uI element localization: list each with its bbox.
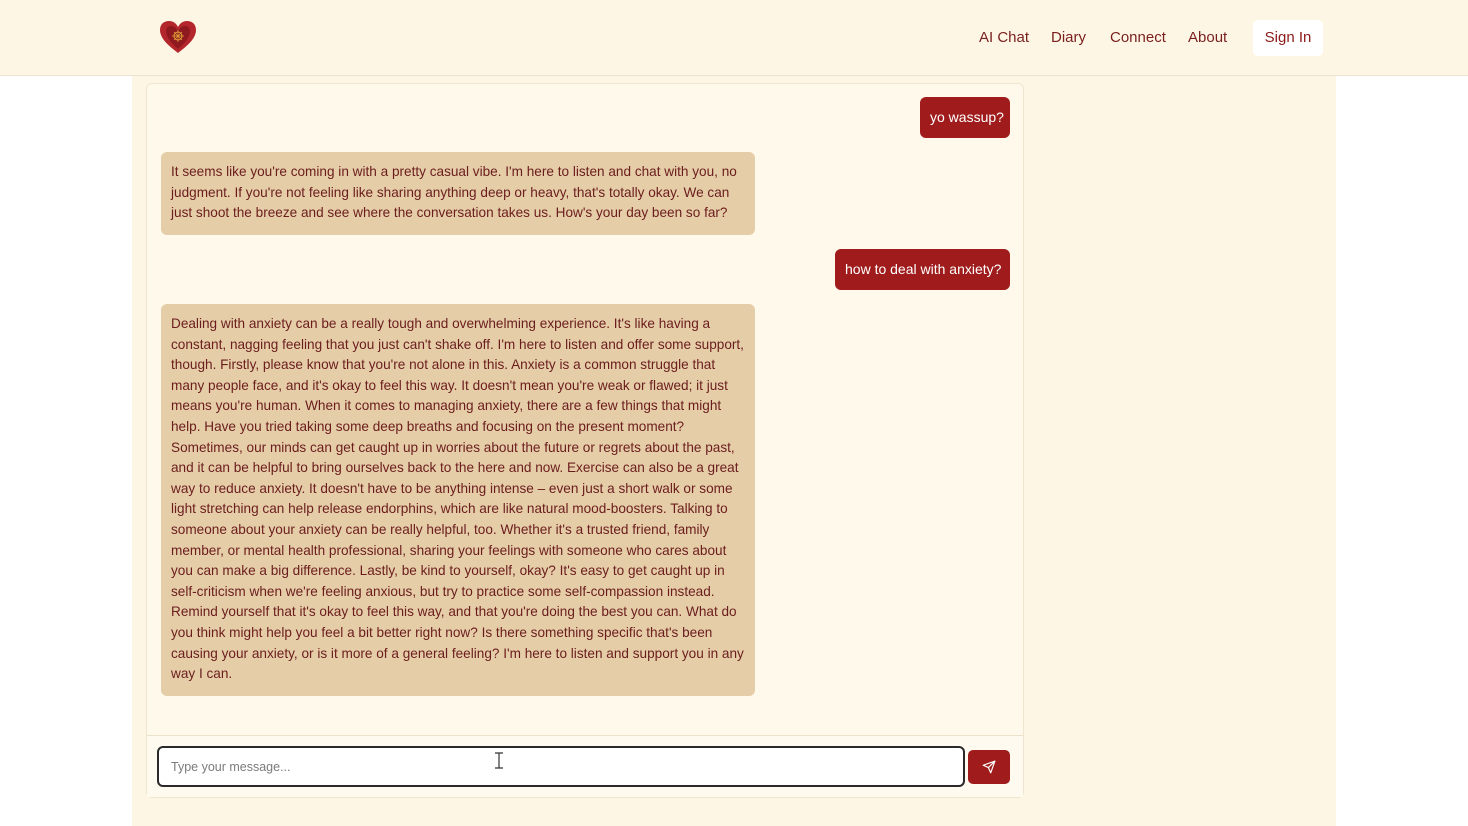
message-input[interactable] (157, 746, 965, 787)
nav-about[interactable]: About (1188, 21, 1227, 55)
nav-diary[interactable]: Diary (1051, 21, 1086, 55)
nav-ai-chat[interactable]: AI Chat (979, 21, 1029, 55)
sign-in-button[interactable]: Sign In (1253, 20, 1323, 56)
send-icon (982, 760, 996, 774)
assistant-message: It seems like you're coming in with a pr… (161, 152, 755, 235)
text-cursor-icon (495, 752, 503, 769)
send-button[interactable] (968, 750, 1010, 784)
user-message: how to deal with anxiety? (835, 249, 1010, 290)
top-navbar: AI Chat Diary Connect About Sign In (0, 0, 1468, 76)
assistant-message: Dealing with anxiety can be a really tou… (161, 304, 755, 696)
nav-connect[interactable]: Connect (1110, 21, 1166, 55)
heart-logo-icon[interactable] (158, 19, 198, 55)
user-message: yo wassup? (920, 97, 1010, 138)
